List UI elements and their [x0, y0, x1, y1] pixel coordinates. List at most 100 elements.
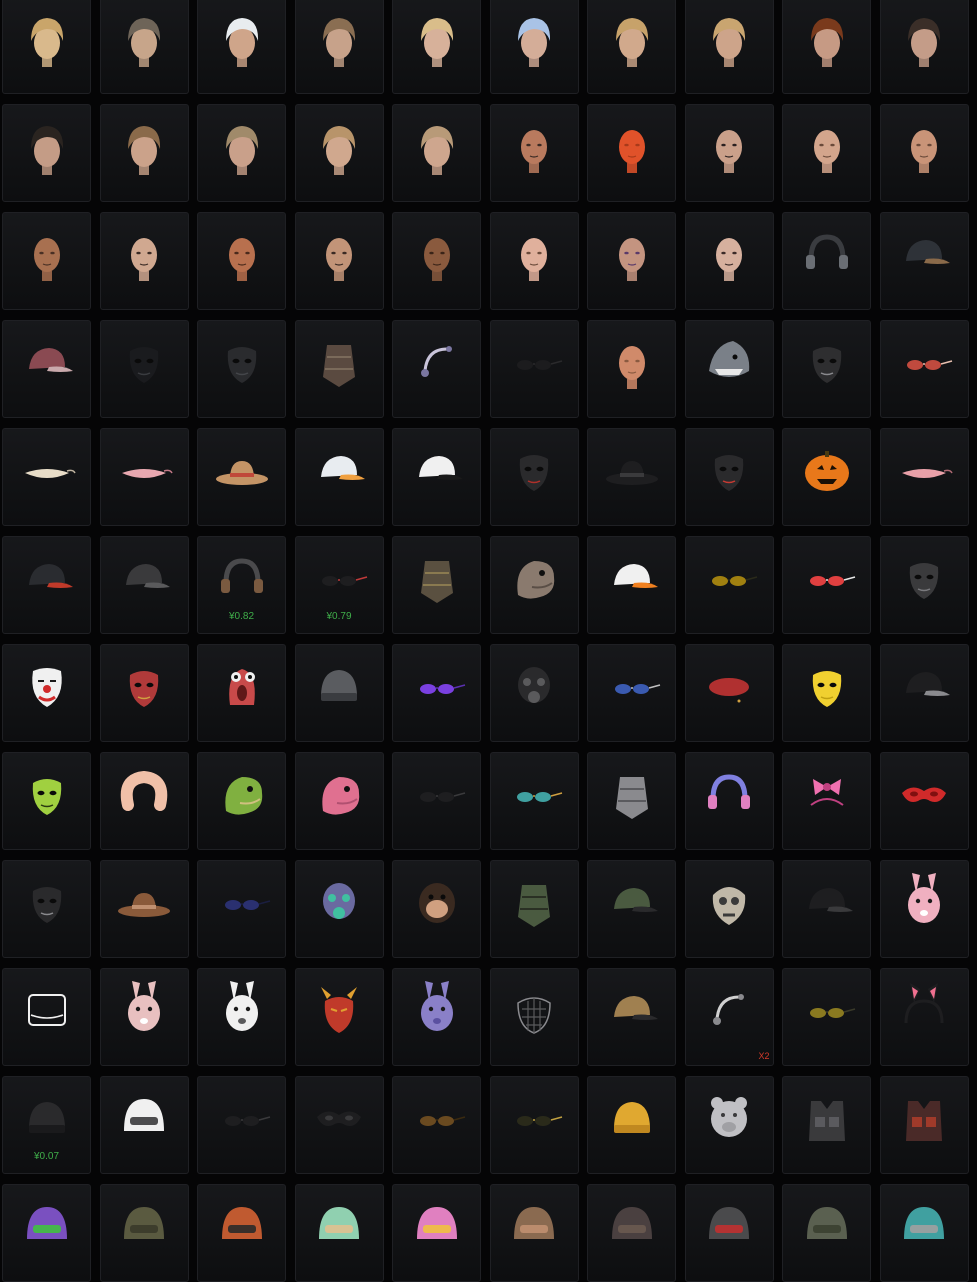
- inventory-item[interactable]: [489, 104, 579, 202]
- inventory-item[interactable]: [879, 860, 969, 958]
- inventory-item[interactable]: [294, 320, 384, 418]
- inventory-item[interactable]: [489, 968, 579, 1066]
- inventory-item[interactable]: [197, 644, 286, 742]
- inventory-item[interactable]: [99, 104, 189, 202]
- inventory-item[interactable]: [99, 428, 189, 526]
- inventory-item[interactable]: [99, 320, 189, 418]
- inventory-item[interactable]: [392, 860, 481, 958]
- inventory-item[interactable]: [294, 104, 384, 202]
- inventory-item[interactable]: [197, 320, 286, 418]
- inventory-item[interactable]: [879, 1184, 969, 1282]
- inventory-item[interactable]: [197, 212, 286, 310]
- inventory-item[interactable]: [99, 212, 189, 310]
- inventory-item[interactable]: ¥0.82: [197, 536, 286, 634]
- inventory-item[interactable]: [99, 860, 189, 958]
- inventory-item[interactable]: [294, 1076, 384, 1174]
- inventory-item[interactable]: [489, 644, 579, 742]
- inventory-item[interactable]: [879, 0, 969, 94]
- inventory-item[interactable]: [684, 1076, 774, 1174]
- inventory-item[interactable]: [489, 0, 579, 94]
- inventory-item[interactable]: X2: [684, 968, 774, 1066]
- inventory-item[interactable]: [2, 104, 91, 202]
- inventory-item[interactable]: [684, 536, 774, 634]
- inventory-item[interactable]: [782, 428, 871, 526]
- inventory-item[interactable]: [392, 320, 481, 418]
- inventory-item[interactable]: [684, 644, 774, 742]
- inventory-item[interactable]: [587, 320, 676, 418]
- inventory-item[interactable]: [587, 104, 676, 202]
- inventory-item[interactable]: [489, 320, 579, 418]
- inventory-item[interactable]: [489, 212, 579, 310]
- inventory-item[interactable]: [99, 968, 189, 1066]
- inventory-item[interactable]: [2, 860, 91, 958]
- inventory-item[interactable]: [392, 212, 481, 310]
- inventory-item[interactable]: [2, 644, 91, 742]
- inventory-item[interactable]: [684, 752, 774, 850]
- inventory-item[interactable]: ¥0.07: [2, 1076, 91, 1174]
- inventory-item[interactable]: [489, 860, 579, 958]
- inventory-item[interactable]: [489, 428, 579, 526]
- inventory-item[interactable]: [782, 860, 871, 958]
- inventory-item[interactable]: [99, 752, 189, 850]
- inventory-item[interactable]: [294, 212, 384, 310]
- inventory-item[interactable]: [99, 0, 189, 94]
- inventory-item[interactable]: [684, 0, 774, 94]
- inventory-item[interactable]: [684, 428, 774, 526]
- inventory-item[interactable]: [99, 1076, 189, 1174]
- inventory-item[interactable]: [587, 0, 676, 94]
- inventory-item[interactable]: [197, 752, 286, 850]
- inventory-item[interactable]: [392, 968, 481, 1066]
- inventory-item[interactable]: [782, 536, 871, 634]
- inventory-item[interactable]: [392, 1184, 481, 1282]
- inventory-item[interactable]: [294, 1184, 384, 1282]
- inventory-item[interactable]: [879, 212, 969, 310]
- inventory-item[interactable]: [782, 212, 871, 310]
- inventory-item[interactable]: [197, 968, 286, 1066]
- inventory-item[interactable]: [684, 212, 774, 310]
- inventory-item[interactable]: [782, 320, 871, 418]
- inventory-item[interactable]: [2, 536, 91, 634]
- inventory-item[interactable]: [294, 644, 384, 742]
- inventory-item[interactable]: [879, 536, 969, 634]
- inventory-item[interactable]: [782, 1184, 871, 1282]
- inventory-item[interactable]: [684, 104, 774, 202]
- inventory-item[interactable]: [587, 212, 676, 310]
- inventory-item[interactable]: [197, 0, 286, 94]
- inventory-item[interactable]: [684, 860, 774, 958]
- inventory-item[interactable]: ¥0.79: [294, 536, 384, 634]
- inventory-item[interactable]: [197, 1076, 286, 1174]
- inventory-item[interactable]: [392, 752, 481, 850]
- inventory-item[interactable]: [99, 1184, 189, 1282]
- inventory-item[interactable]: [2, 968, 91, 1066]
- inventory-item[interactable]: [2, 428, 91, 526]
- inventory-item[interactable]: [2, 1184, 91, 1282]
- inventory-item[interactable]: [392, 536, 481, 634]
- inventory-item[interactable]: [197, 428, 286, 526]
- inventory-item[interactable]: [587, 752, 676, 850]
- inventory-item[interactable]: [392, 428, 481, 526]
- inventory-item[interactable]: [392, 1076, 481, 1174]
- inventory-item[interactable]: [392, 644, 481, 742]
- inventory-item[interactable]: [587, 860, 676, 958]
- inventory-item[interactable]: [879, 104, 969, 202]
- inventory-item[interactable]: [489, 1076, 579, 1174]
- inventory-item[interactable]: [392, 0, 481, 94]
- inventory-item[interactable]: [294, 0, 384, 94]
- inventory-item[interactable]: [782, 1076, 871, 1174]
- inventory-item[interactable]: [587, 1076, 676, 1174]
- inventory-item[interactable]: [2, 0, 91, 94]
- inventory-item[interactable]: [2, 212, 91, 310]
- inventory-item[interactable]: [587, 1184, 676, 1282]
- inventory-item[interactable]: [587, 536, 676, 634]
- inventory-item[interactable]: [489, 1184, 579, 1282]
- inventory-item[interactable]: [294, 428, 384, 526]
- inventory-item[interactable]: [782, 104, 871, 202]
- inventory-item[interactable]: [684, 1184, 774, 1282]
- inventory-item[interactable]: [782, 644, 871, 742]
- inventory-item[interactable]: [879, 752, 969, 850]
- inventory-item[interactable]: [782, 752, 871, 850]
- inventory-item[interactable]: [684, 320, 774, 418]
- inventory-item[interactable]: [879, 644, 969, 742]
- inventory-item[interactable]: [782, 0, 871, 94]
- inventory-item[interactable]: [197, 1184, 286, 1282]
